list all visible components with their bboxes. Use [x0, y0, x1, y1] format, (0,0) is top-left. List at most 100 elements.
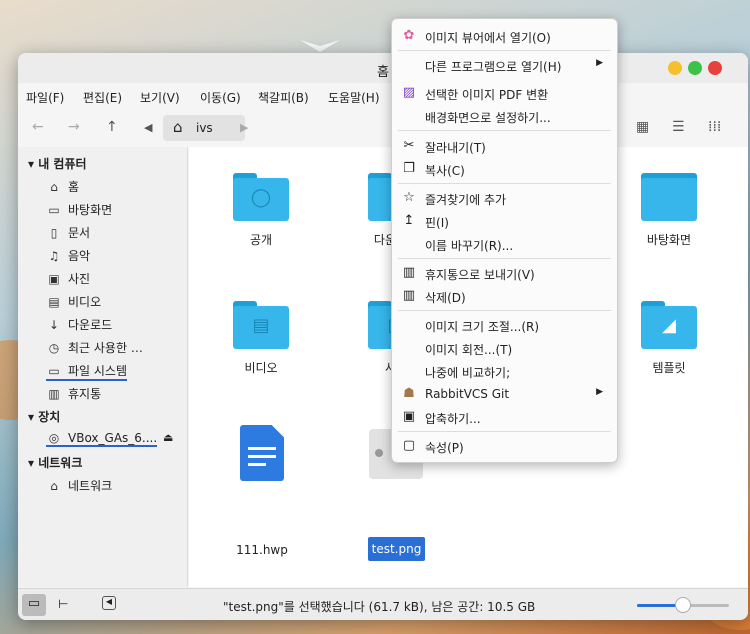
recent-icon: ◷ [48, 341, 60, 355]
rabbitvcs-icon: ☗ [403, 386, 415, 401]
zoom-slider[interactable] [637, 597, 729, 613]
menu-item-copy[interactable]: ❐ 복사(C) [392, 158, 617, 180]
menu-item-rabbitvcs[interactable]: ☗ RabbitVCS Git ▶ [392, 383, 617, 405]
music-icon: ♫ [48, 249, 60, 263]
sidebar-section-computer[interactable]: ▾ 내 컴퓨터 [28, 155, 87, 172]
folder-public-icon[interactable]: ◯ [233, 173, 289, 221]
sidebar-item-music[interactable]: ♫ 음악 [46, 247, 90, 264]
breadcrumb-path: ivs [196, 121, 213, 135]
sidebar-item-pictures[interactable]: ▣ 사진 [46, 270, 90, 287]
picture-icon: ▣ [48, 272, 60, 286]
path-left-icon[interactable]: ◀ [144, 121, 152, 134]
sidebar-item-trash[interactable]: ▥ 휴지통 [46, 385, 101, 402]
menu-item-compare-later[interactable]: 나중에 비교하기; [392, 360, 617, 382]
maximize-button[interactable] [688, 61, 702, 75]
minimize-button[interactable] [668, 61, 682, 75]
video-icon: ▤ [48, 295, 60, 309]
list-view-icon[interactable]: ☰ [672, 119, 685, 135]
close-button[interactable] [708, 61, 722, 75]
folder-templates-icon[interactable]: ◢ [641, 301, 697, 349]
sidebar-item-network[interactable]: ⌂ 네트워크 [46, 477, 112, 494]
file-manager-window: 홈 파일(F) 편집(E) 보기(V) 이동(G) 책갈피(B) 도움말(H) … [18, 53, 748, 620]
menu-item-move-to-trash[interactable]: ▥ 휴지통으로 보내기(V) [392, 262, 617, 284]
toggle-sidebar-icon[interactable]: ◀ [102, 596, 116, 610]
menu-item-open-with[interactable]: 다른 프로그램으로 열기(H) ▶ [392, 54, 617, 76]
context-menu: ✿ 이미지 뷰어에서 열기(O) 다른 프로그램으로 열기(H) ▶ ▨ 선택한 이미… [391, 18, 618, 463]
submenu-arrow-icon: ▶ [596, 58, 603, 68]
menu-view[interactable]: 보기(V) [140, 89, 180, 106]
hwp-file-icon[interactable] [240, 425, 284, 481]
menubar: 파일(F) 편집(E) 보기(V) 이동(G) 책갈피(B) 도움말(H) [18, 85, 748, 107]
sidebar-item-desktop[interactable]: ▭ 바탕화면 [46, 201, 112, 218]
favorite-add-icon: ☆ [403, 190, 415, 205]
places-toggle-icon[interactable]: ▭ [22, 594, 46, 616]
menu-separator [398, 130, 611, 131]
up-icon[interactable]: ↑ [106, 119, 118, 135]
folder-desktop-icon[interactable] [641, 173, 697, 221]
sidebar-item-recent[interactable]: ◷ 최근 사용한 … [46, 339, 143, 356]
file-label[interactable]: 바탕화면 [619, 231, 719, 248]
chevron-down-icon: ▾ [28, 456, 39, 470]
sidebar-item-downloads[interactable]: ↓ 다운로드 [46, 316, 112, 333]
menu-bookmarks[interactable]: 책갈피(B) [258, 89, 309, 106]
sidebar-item-home[interactable]: ⌂ 홈 [46, 178, 79, 195]
back-icon[interactable]: ← [32, 119, 44, 135]
sidebar-item-documents[interactable]: ▯ 문서 [46, 224, 90, 241]
sidebar-item-videos[interactable]: ▤ 비디오 [46, 293, 101, 310]
pin-icon: ↥ [403, 213, 415, 228]
window-title: 홈 [377, 65, 389, 80]
file-label[interactable]: 템플릿 [619, 359, 719, 376]
menu-item-rename[interactable]: 이름 바꾸기(R)... [392, 233, 617, 255]
file-label[interactable]: 공개 [211, 231, 311, 248]
menu-item-cut[interactable]: ✂ 잘라내기(T) [392, 135, 617, 157]
home-icon: ⌂ [173, 118, 183, 136]
file-label[interactable]: 비디오 [211, 359, 311, 376]
drive-icon: ▭ [48, 364, 60, 378]
breadcrumb[interactable]: ⌂ ivs [163, 115, 245, 141]
zoom-slider-handle[interactable] [675, 597, 691, 613]
sidebar-item-vbox[interactable]: ◎ VBox_GAs_6.... [46, 431, 158, 447]
copy-icon: ❐ [403, 161, 415, 176]
eject-icon[interactable]: ⏏ [163, 431, 173, 444]
home-icon: ⌂ [50, 180, 58, 194]
menu-item-delete[interactable]: ▥ 삭제(D) [392, 285, 617, 307]
sidebar-section-network[interactable]: ▾ 네트워크 [28, 454, 82, 471]
menu-go[interactable]: 이동(G) [200, 89, 241, 106]
menu-item-resize-image[interactable]: 이미지 크기 조절...(R) [392, 314, 617, 336]
menu-item-set-wallpaper[interactable]: 배경화면으로 설정하기... [392, 105, 617, 127]
forward-icon[interactable]: → [68, 119, 80, 135]
submenu-arrow-icon: ▶ [596, 387, 603, 397]
menu-help[interactable]: 도움말(H) [328, 89, 380, 106]
download-icon: ↓ [48, 318, 60, 332]
tree-toggle-icon[interactable]: ⊢ [58, 597, 68, 611]
trash-icon: ▥ [48, 387, 60, 401]
menu-item-compress[interactable]: ▣ 압축하기... [392, 406, 617, 428]
file-label[interactable]: 111.hwp [212, 543, 312, 557]
disc-icon: ◎ [48, 431, 60, 445]
properties-icon: ▢ [402, 438, 416, 453]
compress-icon: ▣ [402, 409, 416, 424]
menu-item-pdf-convert[interactable]: ▨ 선택한 이미지 PDF 변환 [392, 82, 617, 104]
icon-view-icon[interactable]: ▦ [636, 119, 649, 135]
titlebar: 홈 [18, 53, 748, 83]
menu-edit[interactable]: 편집(E) [83, 89, 122, 106]
menu-item-properties[interactable]: ▢ 속성(P) [392, 435, 617, 457]
menu-item-add-favorite[interactable]: ☆ 즐겨찾기에 추가 [392, 187, 617, 209]
status-text: "test.png"를 선택했습니다 (61.7 kB), 남은 공간: 10.… [223, 600, 536, 614]
menu-separator [398, 310, 611, 311]
network-icon: ⌂ [50, 479, 58, 493]
menu-file[interactable]: 파일(F) [26, 89, 64, 106]
folder-videos-icon[interactable]: ▤ [233, 301, 289, 349]
menu-item-rotate-image[interactable]: 이미지 회전...(T) [392, 337, 617, 359]
menu-separator [398, 258, 611, 259]
compact-view-icon[interactable]: ⁞⁞⁞ [708, 119, 721, 135]
menu-item-pin[interactable]: ↥ 핀(I) [392, 210, 617, 232]
chevron-down-icon: ▾ [28, 410, 39, 424]
sidebar-item-filesystem[interactable]: ▭ 파일 시스템 [46, 362, 128, 381]
selected-file-label[interactable]: test.png [368, 537, 425, 561]
sidebar-section-devices[interactable]: ▾ 장치 [28, 408, 60, 425]
path-right-icon[interactable]: ▶ [240, 121, 248, 134]
document-icon: ▯ [50, 226, 58, 240]
trash-icon: ▥ [402, 265, 416, 280]
menu-item-open-image-viewer[interactable]: ✿ 이미지 뷰어에서 열기(O) [392, 25, 617, 47]
